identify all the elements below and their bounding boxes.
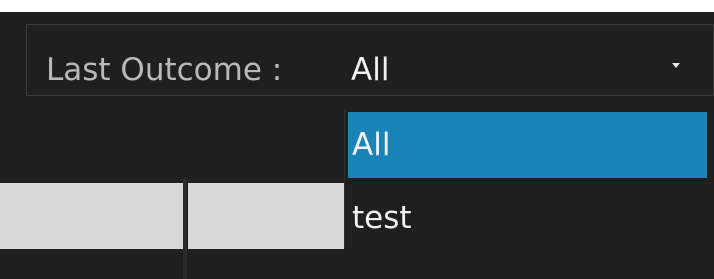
last-outcome-select[interactable] (344, 34, 710, 94)
chevron-down-icon[interactable] (672, 63, 680, 68)
grid-column-divider[interactable] (183, 178, 187, 279)
grid-header-cell[interactable] (0, 183, 183, 249)
grid-header-cell[interactable] (188, 183, 348, 249)
outcome-dropdown-list: All test (344, 110, 714, 249)
dropdown-option-all[interactable]: All (348, 112, 707, 178)
last-outcome-label: Last Outcome : (46, 52, 283, 88)
dropdown-option-test[interactable]: test (348, 185, 707, 251)
select-current-value: All (351, 52, 390, 88)
